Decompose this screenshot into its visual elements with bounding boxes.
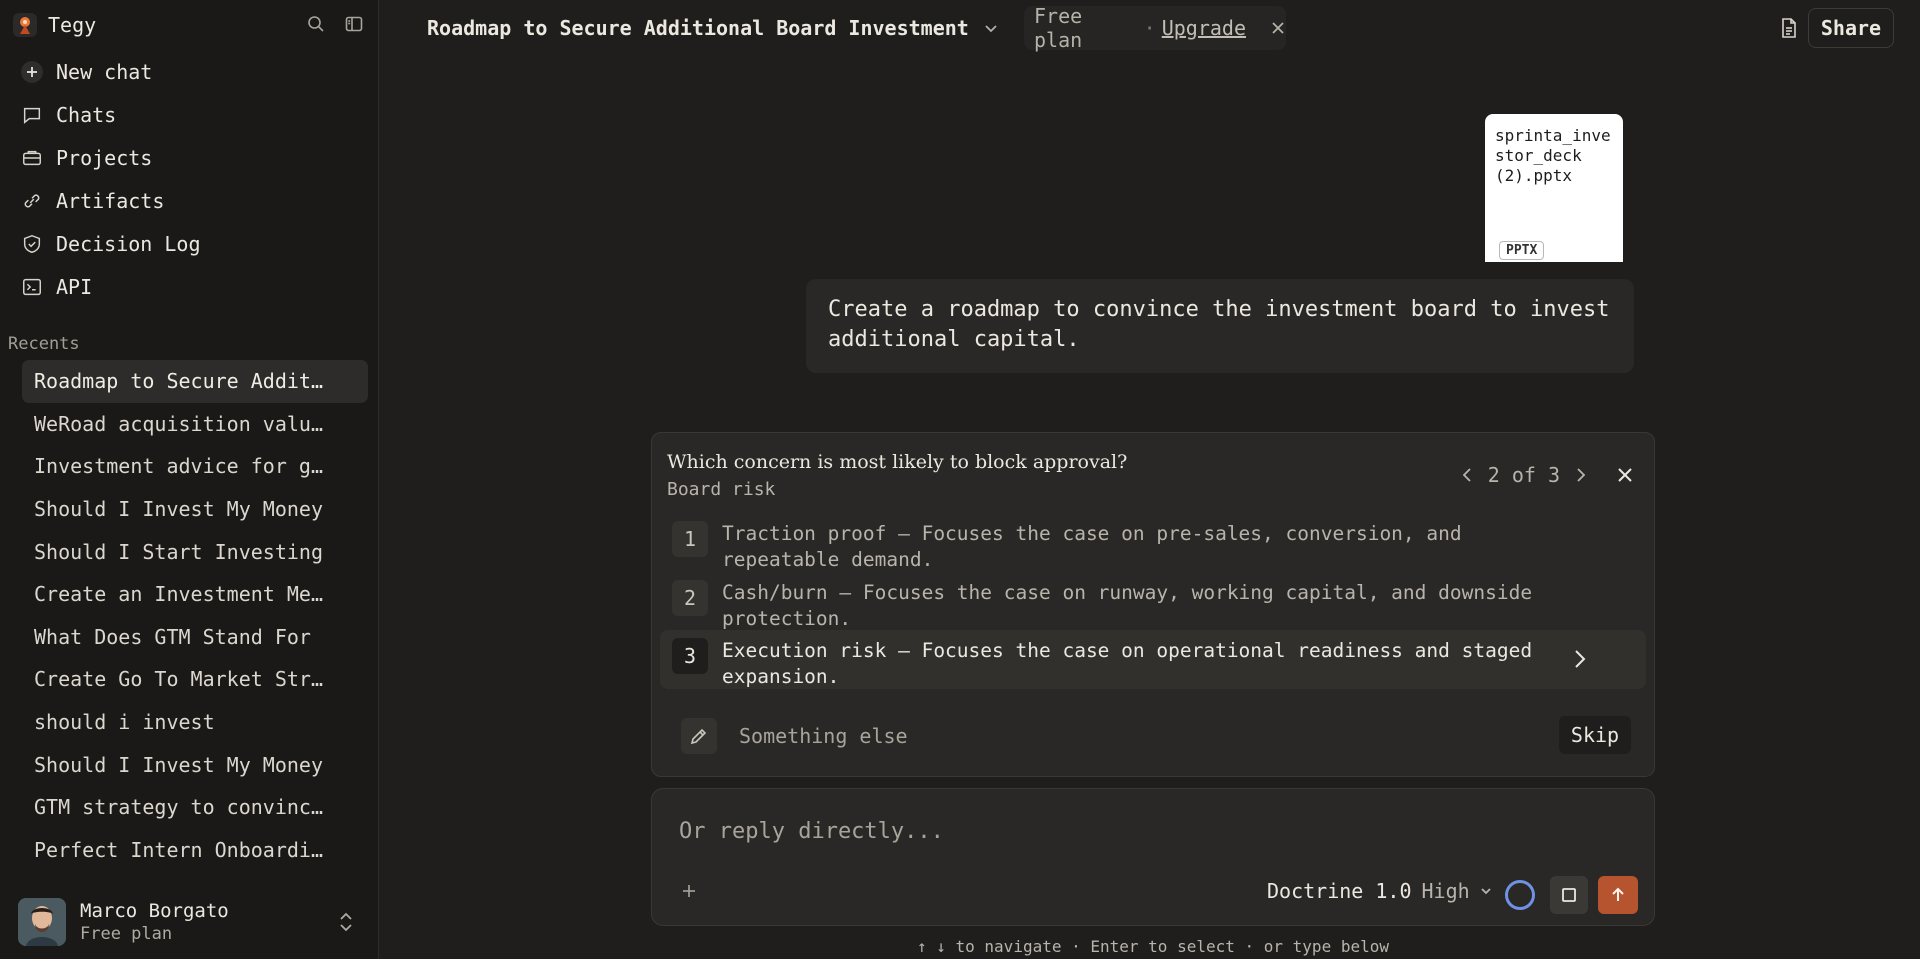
recent-chat-item[interactable]: What Does GTM Stand For — [22, 616, 368, 659]
recent-chat-item[interactable]: Create Go To Market Strategy — [22, 658, 368, 701]
recent-chat-item[interactable]: Create an Investment Memo — [22, 573, 368, 616]
model-selector[interactable]: Doctrine 1.0 High — [1267, 879, 1492, 903]
reply-input[interactable] — [679, 819, 1579, 844]
plus-icon — [20, 60, 44, 84]
stop-icon[interactable] — [1550, 876, 1588, 914]
keyboard-hint: ↑ ↓ to navigate · Enter to select · or t… — [916, 937, 1389, 956]
recent-chat-item[interactable]: should i invest — [22, 701, 368, 744]
answer-option-selected[interactable]: 3 Execution risk — Focuses the case on o… — [660, 630, 1646, 689]
recent-chat-item[interactable]: Should I Invest My Money — [22, 488, 368, 531]
plan-label: Free plan — [1034, 4, 1083, 52]
sidebar-item-decision-log[interactable]: Decision Log — [12, 222, 368, 265]
answer-options: 1 Traction proof — Focuses the case on p… — [660, 513, 1646, 689]
chevron-right-icon — [1572, 648, 1588, 670]
sidebar-item-artifacts[interactable]: Artifacts — [12, 179, 368, 222]
question-panel: Which concern is most likely to block ap… — [651, 432, 1655, 777]
model-name: Doctrine 1.0 — [1267, 879, 1412, 903]
tegy-logo-icon — [12, 12, 38, 38]
voice-mode-icon[interactable] — [1505, 880, 1535, 910]
briefcase-icon — [20, 146, 44, 170]
recents-list: Roadmap to Secure Additional Board Inves… — [22, 360, 368, 871]
plan-banner: Free plan · Upgrade — [1024, 4, 1286, 52]
chat-title-menu[interactable]: Roadmap to Secure Additional Board Inves… — [427, 16, 999, 40]
user-message: Create a roadmap to convince the investm… — [806, 279, 1634, 373]
recent-chat-item[interactable]: WeRoad acquisition valuation — [22, 403, 368, 446]
user-name: Marco Borgato — [80, 900, 229, 922]
pager-label: 2 of 3 — [1487, 463, 1560, 487]
option-text: Traction proof — Focuses the case on pre… — [722, 522, 1462, 571]
composer: Doctrine 1.0 High — [651, 788, 1655, 926]
plan-separator: · — [1143, 16, 1156, 40]
option-text: Cash/burn — Focuses the case on runway, … — [722, 580, 1533, 630]
question-pager: 2 of 3 — [1460, 463, 1634, 487]
skip-button[interactable]: Skip — [1559, 716, 1631, 754]
attachment-name: sprinta_investor_deck (2).pptx — [1495, 126, 1611, 185]
nav-label: API — [56, 274, 93, 299]
model-level: High — [1421, 879, 1470, 903]
terminal-icon — [20, 275, 44, 299]
close-icon[interactable] — [1616, 466, 1634, 484]
chevron-down-icon — [983, 20, 999, 36]
option-number: 2 — [672, 579, 708, 616]
recent-chat-item[interactable]: Roadmap to Secure Additional Board Inves… — [22, 360, 368, 403]
option-number: 1 — [672, 521, 708, 557]
close-icon[interactable] — [1270, 20, 1286, 36]
new-chat-button[interactable]: New chat — [12, 50, 368, 93]
chat-bubble-icon — [20, 103, 44, 127]
recent-chat-item[interactable]: GTM strategy to convince investors — [22, 786, 368, 829]
nav-label: Decision Log — [56, 231, 201, 256]
user-plan: Free plan — [80, 924, 173, 944]
file-attachment[interactable]: sprinta_investor_deck (2).pptx PPTX — [1485, 114, 1623, 262]
recent-chat-item[interactable]: Should I Start Investing — [22, 530, 368, 573]
option-number: 3 — [672, 638, 708, 675]
brand[interactable]: Tegy — [12, 12, 96, 38]
recent-chat-item[interactable]: Investment advice for good returns — [22, 445, 368, 488]
answer-option[interactable]: 1 Traction proof — Focuses the case on p… — [660, 513, 1646, 572]
chevron-right-icon[interactable] — [1574, 467, 1588, 483]
chevron-up-down-icon — [335, 910, 357, 934]
link-icon — [20, 189, 44, 213]
nav-label: Artifacts — [56, 188, 165, 213]
nav-label: Chats — [56, 102, 117, 127]
attachment-type-badge: PPTX — [1499, 241, 1545, 260]
user-menu[interactable]: Marco Borgato Free plan — [18, 895, 363, 949]
question-subtitle: Board risk — [667, 479, 776, 500]
something-else-label: Something else — [739, 724, 908, 748]
send-arrow-icon[interactable] — [1598, 876, 1638, 914]
sidebar-item-api[interactable]: API — [12, 265, 368, 308]
recent-chat-item[interactable]: Perfect Intern Onboarding Plan — [22, 829, 368, 872]
question-title: Which concern is most likely to block ap… — [667, 451, 1128, 473]
avatar — [18, 898, 66, 946]
pencil-icon — [681, 718, 717, 754]
recent-chat-item[interactable]: Should I Invest My Money — [22, 743, 368, 786]
chevron-left-icon[interactable] — [1460, 467, 1474, 483]
nav-label: Projects — [56, 145, 153, 170]
upgrade-link[interactable]: Upgrade — [1162, 16, 1246, 40]
option-text: Execution risk — Focuses the case on ope… — [722, 639, 1533, 689]
plus-icon[interactable] — [680, 882, 698, 900]
shield-icon — [20, 232, 44, 256]
sidebar-item-chats[interactable]: Chats — [12, 93, 368, 136]
sidebar-toggle-icon[interactable] — [344, 14, 364, 34]
brand-name: Tegy — [48, 13, 97, 37]
page-title: Roadmap to Secure Additional Board Inves… — [427, 16, 969, 40]
share-button[interactable]: Share — [1808, 8, 1894, 48]
sidebar: Tegy New chat Chats Projects Artifacts D… — [0, 0, 379, 959]
chevron-down-icon — [1480, 885, 1492, 897]
something-else-row[interactable]: Something else Skip — [681, 716, 1631, 756]
search-icon[interactable] — [306, 14, 326, 34]
nav-label: New chat — [56, 59, 153, 84]
sidebar-nav: New chat Chats Projects Artifacts Decisi… — [12, 50, 368, 308]
sidebar-item-projects[interactable]: Projects — [12, 136, 368, 179]
answer-option[interactable]: 2 Cash/burn — Focuses the case on runway… — [660, 572, 1646, 631]
document-icon[interactable] — [1778, 16, 1800, 40]
recents-label: Recents — [8, 334, 80, 354]
